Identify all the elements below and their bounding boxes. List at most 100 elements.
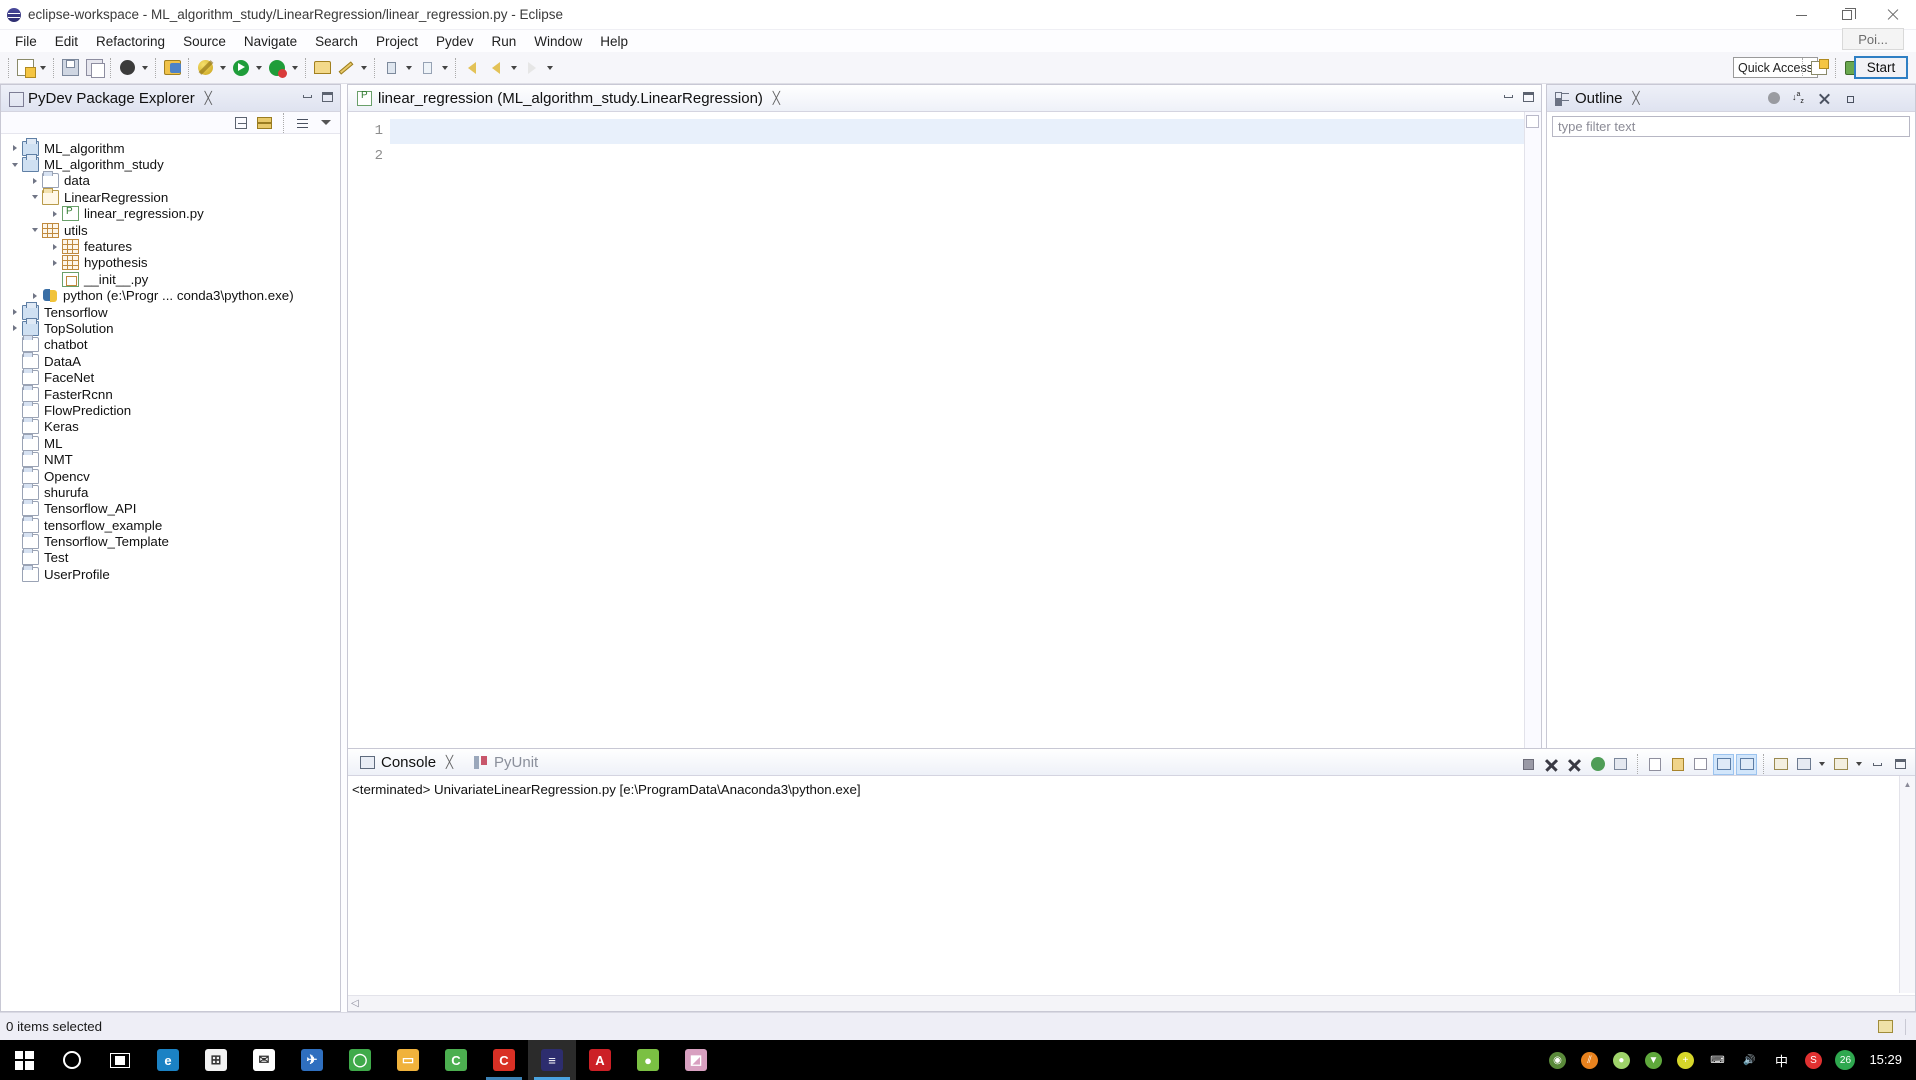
menu-source[interactable]: Source xyxy=(174,32,235,51)
taskbar-green-app[interactable]: C xyxy=(432,1040,480,1080)
search-dropdown[interactable] xyxy=(358,56,370,80)
chevron-right-icon[interactable] xyxy=(47,239,62,255)
last-edit-button[interactable] xyxy=(460,56,484,80)
new-wizard-button[interactable] xyxy=(13,56,37,80)
taskbar-cortana-search[interactable] xyxy=(48,1040,96,1080)
outline-close-icon[interactable]: ╳ xyxy=(1630,91,1643,105)
console-horizontal-scrollbar[interactable]: ◁ xyxy=(348,995,1915,1011)
open-console-button[interactable] xyxy=(1830,754,1851,775)
display-console-dropdown[interactable] xyxy=(1816,752,1828,776)
show-console-on-error-button[interactable] xyxy=(1736,753,1757,775)
tree-item-utils[interactable]: utils xyxy=(1,222,340,238)
chevron-right-icon[interactable] xyxy=(7,140,22,156)
taskbar-edge-browser[interactable]: e xyxy=(144,1040,192,1080)
sort-button[interactable] xyxy=(295,115,311,131)
tree-item-tensorflow_api[interactable]: Tensorflow_API xyxy=(1,499,340,517)
scroll-lock-button[interactable] xyxy=(1667,754,1688,775)
next-annotation-dropdown[interactable] xyxy=(403,56,415,80)
code-editing-area[interactable]: 12 xyxy=(348,112,1541,768)
tree-item-flowprediction[interactable]: FlowPrediction xyxy=(1,400,340,418)
chevron-right-icon[interactable] xyxy=(27,173,42,189)
console-minimize-button[interactable] xyxy=(1867,754,1888,775)
tree-item-data[interactable]: data xyxy=(1,171,340,189)
view-menu-button[interactable] xyxy=(318,115,334,131)
tree-item-test[interactable]: Test xyxy=(1,548,340,566)
package-explorer-close-icon[interactable]: ╳ xyxy=(202,91,215,105)
tray-battery-badge[interactable]: 26 xyxy=(1833,1048,1857,1072)
tree-item-ml[interactable]: ML xyxy=(1,433,340,451)
chevron-down-icon[interactable] xyxy=(27,189,42,205)
tab-pyunit[interactable]: PyUnit xyxy=(462,749,544,776)
code-text[interactable] xyxy=(390,112,1541,768)
tray-ime-language[interactable]: 中 xyxy=(1769,1048,1793,1072)
collapse-all-button[interactable] xyxy=(1816,90,1832,106)
taskbar-task-view[interactable] xyxy=(96,1040,144,1080)
taskbar-acrobat-reader[interactable]: A xyxy=(576,1040,624,1080)
taskbar-start-button[interactable] xyxy=(0,1040,48,1080)
chevron-right-icon[interactable] xyxy=(47,255,62,271)
overview-ruler[interactable] xyxy=(1524,112,1541,748)
pydev-package-button[interactable] xyxy=(160,56,184,80)
pin-console-button[interactable] xyxy=(1770,754,1791,775)
close-button[interactable] xyxy=(1870,0,1916,30)
console-output-area[interactable]: <terminated> UnivariateLinearRegression.… xyxy=(348,776,1915,1011)
taskbar-wechat[interactable]: ● xyxy=(624,1040,672,1080)
taskbar-eclipse-ide[interactable]: ≡ xyxy=(528,1040,576,1080)
taskbar-file-explorer[interactable]: ▭ xyxy=(384,1040,432,1080)
chevron-right-icon[interactable] xyxy=(7,320,22,336)
scroll-up-icon[interactable]: ▲ xyxy=(1900,776,1915,792)
taskbar-browser-360[interactable]: ◯ xyxy=(336,1040,384,1080)
sort-alphabetically-button[interactable]: ↓az xyxy=(1791,90,1807,106)
outline-filter-input[interactable]: type filter text xyxy=(1552,116,1910,137)
editor-maximize-button[interactable] xyxy=(1520,88,1537,105)
save-button[interactable] xyxy=(58,56,82,80)
tree-item-tensorflow_template[interactable]: Tensorflow_Template xyxy=(1,532,340,550)
smiley-icon[interactable] xyxy=(1878,1020,1893,1033)
collapse-all-button[interactable] xyxy=(233,115,249,131)
taskbar-photo-app[interactable]: ◩ xyxy=(672,1040,720,1080)
debug-dropdown[interactable] xyxy=(217,56,229,80)
tree-item-keras[interactable]: Keras xyxy=(1,417,340,435)
expand-all-button[interactable] xyxy=(1841,90,1857,106)
run-dropdown[interactable] xyxy=(253,56,265,80)
taskbar-mail[interactable]: ✉ xyxy=(240,1040,288,1080)
explorer-minimize-button[interactable] xyxy=(299,88,316,105)
back-dropdown[interactable] xyxy=(508,56,520,80)
tray-security-shield[interactable]: ▼ xyxy=(1641,1048,1665,1072)
tree-item-facenet[interactable]: FaceNet xyxy=(1,368,340,386)
run-button[interactable] xyxy=(229,56,253,80)
forward-dropdown[interactable] xyxy=(544,56,556,80)
tree-item-__init__-py[interactable]: __init__.py xyxy=(1,271,340,287)
start-button[interactable]: Start xyxy=(1854,56,1908,79)
menu-search[interactable]: Search xyxy=(306,32,367,51)
taskbar-red-app[interactable]: C xyxy=(480,1040,528,1080)
menu-edit[interactable]: Edit xyxy=(46,32,87,51)
console-vertical-scrollbar[interactable]: ▲ xyxy=(1899,776,1915,993)
tree-item-dataa[interactable]: DataA xyxy=(1,351,340,369)
tree-item-features[interactable]: features xyxy=(1,238,340,255)
console-maximize-button[interactable] xyxy=(1890,754,1911,775)
menu-navigate[interactable]: Navigate xyxy=(235,32,306,51)
toggle-comment-button[interactable] xyxy=(115,56,139,80)
link-with-editor-button[interactable] xyxy=(256,115,272,131)
back-button[interactable] xyxy=(484,56,508,80)
clear-console-button[interactable] xyxy=(1644,754,1665,775)
tree-item-userprofile[interactable]: UserProfile xyxy=(1,564,340,582)
tree-item-chatbot[interactable]: chatbot xyxy=(1,335,340,353)
chevron-down-icon[interactable] xyxy=(7,157,22,173)
next-annotation-button[interactable] xyxy=(379,56,403,80)
explorer-maximize-button[interactable] xyxy=(319,88,336,105)
scroll-left-icon[interactable]: ◁ xyxy=(351,998,359,1009)
menu-help[interactable]: Help xyxy=(591,32,637,51)
tree-item-linear_regression-py[interactable]: linear_regression.py xyxy=(1,206,340,222)
tree-item-tensorflow_example[interactable]: tensorflow_example xyxy=(1,515,340,533)
chevron-right-icon[interactable] xyxy=(47,206,62,222)
console-tab-close-icon[interactable]: ╳ xyxy=(443,755,456,769)
external-tools-button[interactable] xyxy=(310,56,334,80)
tree-item-tensorflow[interactable]: Tensorflow xyxy=(1,301,340,320)
menu-run[interactable]: Run xyxy=(483,32,526,51)
tray-nvidia-settings[interactable]: ◉ xyxy=(1545,1048,1569,1072)
editor-minimize-button[interactable] xyxy=(1500,88,1517,105)
taskbar-microsoft-store[interactable]: ⊞ xyxy=(192,1040,240,1080)
save-all-button[interactable] xyxy=(82,56,106,80)
